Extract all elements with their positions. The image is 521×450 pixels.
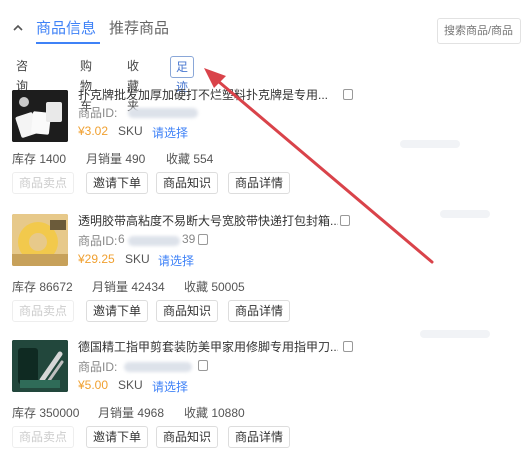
product-details-button[interactable]: 商品详情 <box>228 172 290 194</box>
subtab-cart[interactable]: 购物车 <box>80 56 93 113</box>
favorite-count: 收藏 10880 <box>184 406 245 420</box>
sku-label: SKU <box>118 124 143 138</box>
tab-active-indicator <box>36 42 100 44</box>
selling-points-button[interactable]: 商品卖点 <box>12 426 74 448</box>
product-knowledge-button[interactable]: 商品知识 <box>156 426 218 448</box>
product-thumbnail[interactable] <box>12 90 68 142</box>
product-id-redacted <box>128 108 198 118</box>
product-price: ¥5.00 <box>78 378 109 392</box>
product-card: 德国精工指甲剪套装防美甲家用修脚专用指甲刀... 商品ID: ¥5.00 SKU… <box>0 336 521 448</box>
product-details-button[interactable]: 商品详情 <box>228 300 290 322</box>
monthly-sales: 月销量 42434 <box>92 280 165 294</box>
product-thumbnail[interactable] <box>12 340 68 392</box>
invite-order-button[interactable]: 邀请下单 <box>86 426 148 448</box>
sku-select-link[interactable]: 请选择 <box>152 124 188 141</box>
monthly-sales: 月销量 490 <box>86 152 146 166</box>
product-knowledge-button[interactable]: 商品知识 <box>156 300 218 322</box>
invite-order-button[interactable]: 邀请下单 <box>86 172 148 194</box>
tab-recommended[interactable]: 推荐商品 <box>109 18 169 40</box>
copy-icon[interactable] <box>340 215 350 226</box>
product-id-suffix: 39 <box>182 232 196 246</box>
product-id-value: 6 <box>118 232 125 246</box>
copy-icon[interactable] <box>343 89 353 100</box>
product-price: ¥3.02 <box>78 124 109 138</box>
product-details-button[interactable]: 商品详情 <box>228 426 290 448</box>
product-card: 扑克牌批发加厚加硬打不烂塑料扑克牌是专用... 商品ID: ¥3.02 SKU … <box>0 84 521 194</box>
product-id-label: 商品ID: <box>78 106 118 120</box>
product-title[interactable]: 透明胶带高粘度不易断大号宽胶带快递打包封箱... <box>78 212 338 229</box>
stock-count: 库存 1400 <box>12 152 67 166</box>
subtab-consult[interactable]: 咨询商品 <box>16 56 29 133</box>
sku-select-link[interactable]: 请选择 <box>158 252 194 269</box>
selling-points-button[interactable]: 商品卖点 <box>12 300 74 322</box>
sku-label: SKU <box>125 252 150 266</box>
chevron-up-icon[interactable] <box>12 22 26 36</box>
copy-icon[interactable] <box>343 341 353 352</box>
favorite-count: 收藏 50005 <box>184 280 245 294</box>
sku-select-link[interactable]: 请选择 <box>152 378 188 395</box>
product-knowledge-button[interactable]: 商品知识 <box>156 172 218 194</box>
product-title[interactable]: 扑克牌批发加厚加硬打不烂塑料扑克牌是专用... <box>78 86 338 103</box>
header-bar: 商品信息 推荐商品 <box>0 0 521 58</box>
product-card: 透明胶带高粘度不易断大号宽胶带快递打包封箱... 商品ID: 6 39 ¥29.… <box>0 210 521 322</box>
subtab-favorites[interactable]: 收藏夹 <box>127 56 140 113</box>
search-input[interactable] <box>437 18 521 44</box>
tab-product-info[interactable]: 商品信息 <box>36 18 96 40</box>
product-thumbnail[interactable] <box>12 214 68 266</box>
sku-label: SKU <box>118 378 143 392</box>
product-id-label: 商品ID: <box>78 360 118 374</box>
stock-count: 库存 350000 <box>12 406 80 420</box>
product-price: ¥29.25 <box>78 252 115 266</box>
product-title[interactable]: 德国精工指甲剪套装防美甲家用修脚专用指甲刀... <box>78 338 338 355</box>
selling-points-button[interactable]: 商品卖点 <box>12 172 74 194</box>
monthly-sales: 月销量 4968 <box>98 406 165 420</box>
invite-order-button[interactable]: 邀请下单 <box>86 300 148 322</box>
copy-icon[interactable] <box>198 234 208 245</box>
favorite-count: 收藏 554 <box>166 152 214 166</box>
copy-icon[interactable] <box>198 360 208 371</box>
product-id-redacted <box>124 362 192 372</box>
product-id-redacted <box>128 236 180 246</box>
stock-count: 库存 86672 <box>12 280 73 294</box>
subtab-footprint[interactable]: 足迹 <box>170 56 195 94</box>
product-id-label: 商品ID: <box>78 234 118 248</box>
